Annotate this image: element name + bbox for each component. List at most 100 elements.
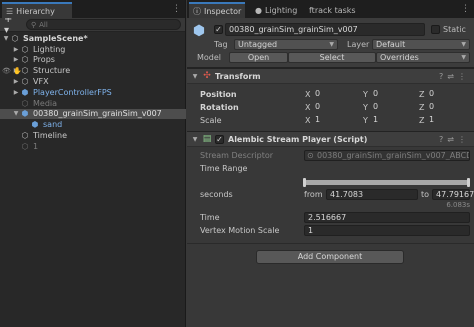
preset-icon[interactable]: ⇌ — [447, 135, 458, 144]
list-item-playercontroller[interactable]: ▶ ⬢ PlayerControllerFPS — [0, 87, 186, 98]
scale-x-field[interactable]: 1 — [312, 115, 364, 126]
tab-ftrack[interactable]: ftrack tasks — [305, 2, 360, 18]
z-axis-label: Z — [419, 103, 425, 112]
position-row: Position X 0 Y 0 Z 0 — [187, 88, 474, 101]
alembic-title: Alembic Stream Player (Script) — [228, 134, 368, 144]
alembic-header[interactable]: ▼ ▤ ✓ Alembic Stream Player (Script) ?⇌⋮ — [187, 131, 474, 147]
hierarchy-tree: ▼ ⬡ SampleScene* ▶ ⬡ Lighting ▶ ⬡ Props … — [0, 33, 186, 152]
add-component-button[interactable]: Add Component — [256, 250, 404, 264]
list-item-label: Media — [33, 98, 58, 108]
from-field[interactable]: 41.7083 — [326, 189, 418, 200]
list-item-props[interactable]: ▶ ⬡ Props — [0, 55, 186, 66]
scale-row: Scale X 1 Y 1 Z 1 — [187, 114, 474, 127]
list-item-grainsim[interactable]: ▼ ⬢ 00380_grainSim_grainSim_v007 — [0, 108, 186, 120]
inspector-tabbar: ⓘ Inspector ● Lighting ftrack tasks ⋮ — [187, 0, 474, 18]
tab-hierarchy-label: Hierarchy — [16, 6, 55, 16]
vertex-motion-field[interactable]: 1 — [304, 225, 470, 236]
prefab-icon: ⬢ — [192, 23, 206, 39]
list-item-1[interactable]: ⬡ 1 — [0, 141, 186, 152]
list-item-label: Structure — [33, 66, 71, 76]
open-button[interactable]: Open — [229, 52, 288, 63]
kebab-menu-icon[interactable]: ⋮ — [458, 135, 470, 144]
cube-icon: ⬡ — [21, 77, 29, 87]
list-item-media[interactable]: ⬡ Media — [0, 98, 186, 109]
list-item-label: Props — [33, 55, 55, 65]
overrides-label: Overrides — [380, 53, 419, 62]
layer-label: Layer — [347, 40, 370, 49]
layer-dropdown[interactable]: Default ▼ — [372, 39, 470, 50]
list-item-label: sand — [43, 120, 63, 130]
overrides-dropdown[interactable]: Overrides ▼ — [376, 52, 470, 63]
list-item-timeline[interactable]: ⬡ Timeline — [0, 130, 186, 141]
tab-lighting[interactable]: ● Lighting — [251, 2, 301, 18]
expand-arrow-icon[interactable]: ▼ — [2, 35, 10, 42]
expand-arrow-icon[interactable]: ▼ — [12, 110, 20, 117]
search-input[interactable]: ⚲ All — [26, 19, 181, 30]
component-enabled-checkbox[interactable]: ✓ — [215, 134, 224, 144]
list-item-lighting[interactable]: ▶ ⬡ Lighting — [0, 44, 186, 55]
position-z-field[interactable]: 0 — [426, 89, 470, 100]
scale-y-field[interactable]: 1 — [370, 115, 420, 126]
layer-value: Default — [376, 40, 406, 49]
list-item-label: VFX — [33, 77, 49, 87]
active-checkbox[interactable]: ✓ — [214, 25, 223, 34]
rotation-z-field[interactable]: 0 — [426, 102, 470, 113]
cube-icon: ⬡ — [21, 44, 29, 54]
hierarchy-panel: ☰ Hierarchy ⋮ + ▾ ⚲ All ▼ ⬡ SampleScene*… — [0, 0, 186, 327]
time-field[interactable]: 2.516667 — [304, 212, 470, 223]
scale-z-field[interactable]: 1 — [426, 115, 470, 126]
info-icon: ⓘ — [193, 6, 201, 16]
stream-descriptor-label: Stream Descriptor — [200, 151, 274, 160]
tab-ftrack-label: ftrack tasks — [309, 5, 356, 15]
kebab-menu-icon[interactable]: ⋮ — [458, 72, 470, 81]
x-axis-label: X — [305, 90, 311, 99]
collapse-arrow-icon[interactable]: ▶ — [12, 46, 20, 53]
chevron-down-icon: ▼ — [461, 41, 466, 48]
object-name-field[interactable]: 00380_grainSim_grainSim_v007 — [225, 23, 425, 36]
position-x-field[interactable]: 0 — [312, 89, 364, 100]
panel-menu-icon[interactable]: ⋮ — [172, 4, 181, 14]
static-checkbox[interactable] — [431, 25, 440, 34]
list-icon: ☰ — [6, 6, 14, 16]
preset-icon[interactable]: ⇌ — [447, 72, 458, 81]
tab-lighting-label: Lighting — [264, 5, 298, 15]
expand-arrow-icon[interactable]: ▼ — [189, 136, 201, 143]
tab-inspector[interactable]: ⓘ Inspector — [189, 2, 246, 18]
visibility-eye-icon[interactable]: 👁 ✋ — [2, 67, 22, 75]
expand-arrow-icon[interactable]: ▼ — [189, 73, 201, 80]
z-axis-label: Z — [419, 90, 425, 99]
component-tools: ?⇌⋮ — [439, 72, 470, 81]
collapse-arrow-icon[interactable]: ▶ — [12, 89, 20, 96]
y-axis-label: Y — [363, 103, 368, 112]
tab-hierarchy[interactable]: ☰ Hierarchy — [2, 2, 72, 18]
select-button[interactable]: Select — [288, 52, 376, 63]
tag-label: Tag — [214, 40, 228, 49]
list-item-samplescene[interactable]: ▼ ⬡ SampleScene* — [0, 33, 186, 44]
tag-dropdown[interactable]: Untagged ▼ — [234, 39, 338, 50]
list-item-structure[interactable]: 👁 ✋ ▶ ⬡ Structure — [0, 65, 186, 76]
vertex-motion-label: Vertex Motion Scale — [200, 226, 280, 235]
duration-text: 6.083s — [446, 201, 470, 209]
chevron-down-icon: ▼ — [461, 54, 466, 61]
object-header: ⬢ ✓ 00380_grainSim_grainSim_v007 Static … — [187, 18, 474, 68]
duration-row: 6.083s — [187, 201, 474, 211]
rotation-x-field[interactable]: 0 — [312, 102, 364, 113]
chevron-down-icon: ▼ — [329, 41, 334, 48]
prefab-icon: ⬢ — [31, 120, 39, 130]
panel-menu-icon[interactable]: ⋮ — [461, 4, 470, 14]
rotation-y-field[interactable]: 0 — [370, 102, 420, 113]
to-field[interactable]: 47.79167 — [432, 189, 474, 200]
transform-header[interactable]: ▼ ✣ Transform ?⇌⋮ — [187, 68, 474, 84]
time-range-slider[interactable] — [303, 178, 470, 187]
list-item-label: Lighting — [33, 44, 66, 54]
collapse-arrow-icon[interactable]: ▶ — [12, 78, 20, 85]
stream-descriptor-field[interactable]: ⊙ 00380_grainSim_grainSim_v007_ABCDe — [304, 150, 470, 161]
time-range-label: Time Range — [200, 164, 248, 173]
collapse-arrow-icon[interactable]: ▶ — [12, 56, 20, 63]
position-y-field[interactable]: 0 — [370, 89, 420, 100]
list-item-sand[interactable]: ⬢ sand — [0, 119, 186, 130]
static-label: Static — [443, 25, 466, 34]
y-axis-label: Y — [363, 90, 368, 99]
list-item-vfx[interactable]: ▶ ⬡ VFX — [0, 76, 186, 87]
time-label: Time — [200, 213, 220, 222]
